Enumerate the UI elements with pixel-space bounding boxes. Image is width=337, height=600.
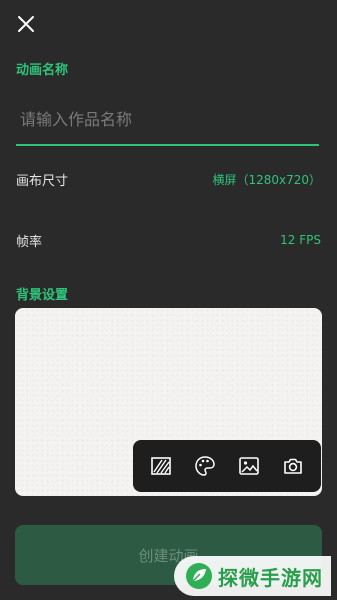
camera-icon xyxy=(284,458,302,474)
frame-rate-row[interactable]: 帧率 12 FPS xyxy=(16,228,321,252)
image-button[interactable] xyxy=(233,450,265,482)
background-toolbar xyxy=(133,440,321,492)
watermark: 探微手游网 xyxy=(174,556,331,596)
canvas-size-label: 画布尺寸 xyxy=(16,173,69,189)
texture-button[interactable] xyxy=(145,450,177,482)
palette-icon xyxy=(195,456,215,476)
close-button[interactable] xyxy=(12,10,40,38)
texture-icon xyxy=(151,457,171,475)
animation-name-input[interactable] xyxy=(16,100,327,138)
canvas-size-row[interactable]: 画布尺寸 横屏（1280x720） xyxy=(16,167,321,191)
animation-name-field xyxy=(16,100,327,146)
background-settings-label: 背景设置 xyxy=(16,288,69,303)
frame-rate-value: 12 FPS xyxy=(280,233,321,247)
frame-rate-label: 帧率 xyxy=(16,234,43,250)
camera-button[interactable] xyxy=(277,450,309,482)
canvas-size-value: 横屏（1280x720） xyxy=(212,172,321,187)
watermark-text: 探微手游网 xyxy=(218,565,323,590)
animation-name-label: 动画名称 xyxy=(16,63,69,78)
image-icon xyxy=(239,457,259,475)
close-icon xyxy=(18,16,34,32)
color-button[interactable] xyxy=(189,450,221,482)
watermark-logo-icon xyxy=(186,563,212,589)
